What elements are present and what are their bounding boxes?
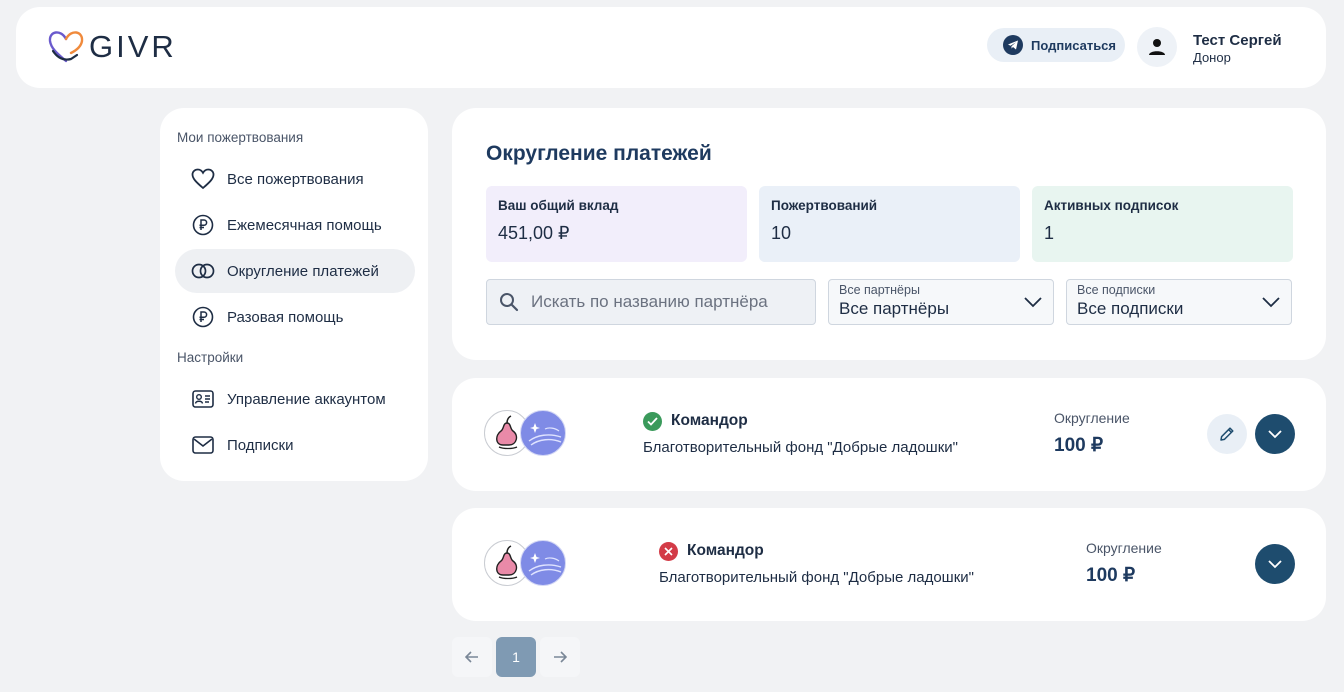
sidebar-item-label: Все пожертвования <box>227 170 364 188</box>
sidebar-item-all-donations[interactable]: Все пожертвования <box>175 157 415 201</box>
partner-logos <box>484 540 572 588</box>
sidebar-item-label: Подписки <box>227 436 294 454</box>
sidebar-item-label: Управление аккаунтом <box>227 390 386 408</box>
pagination-prev-button[interactable] <box>452 637 492 677</box>
sidebar-item-label: Ежемесячная помощь <box>227 216 382 234</box>
chevron-down-icon <box>1268 560 1282 569</box>
chevron-down-icon <box>1262 297 1280 308</box>
rings-icon <box>191 259 215 283</box>
rounding-summary-card: Округление платежей Ваш общий вклад 451,… <box>452 108 1326 360</box>
stat-label: Активных подписок <box>1044 198 1179 213</box>
pencil-icon <box>1220 427 1234 441</box>
stat-value: 1 <box>1044 223 1055 243</box>
user-avatar[interactable] <box>1137 27 1177 67</box>
ruble-circle-icon <box>191 213 215 237</box>
sidebar-item-one-time-help[interactable]: Разовая помощь <box>175 295 415 339</box>
subscribe-label: Подписаться <box>1031 37 1117 53</box>
partner-search[interactable] <box>486 279 816 325</box>
expand-button[interactable] <box>1255 414 1295 454</box>
givr-logo[interactable]: GIVR <box>47 27 177 67</box>
sidebar-item-label: Разовая помощь <box>227 308 344 326</box>
telegram-icon <box>1003 35 1023 55</box>
chevron-down-icon <box>1024 297 1042 308</box>
person-icon <box>1149 39 1165 55</box>
sidebar: Мои пожертвования Все пожертвования Ежем… <box>160 108 428 481</box>
inactive-status-icon <box>659 542 678 561</box>
pagination-next-button[interactable] <box>540 637 580 677</box>
section-title-donations: Мои пожертвования <box>177 130 304 145</box>
search-icon <box>500 293 519 312</box>
hands-logo-icon <box>520 540 566 586</box>
arrow-right-icon <box>554 651 567 663</box>
user-name: Тест Сергей <box>1193 32 1282 49</box>
sidebar-item-monthly-help[interactable]: Ежемесячная помощь <box>175 203 415 247</box>
heart-hand-logo-icon <box>48 31 84 63</box>
select-value: Все партнёры <box>839 299 950 318</box>
sidebar-item-payment-rounding[interactable]: Округление платежей <box>175 249 415 293</box>
sidebar-item-label: Округление платежей <box>227 262 379 280</box>
select-value: Все подписки <box>1077 299 1184 318</box>
ruble-circle-icon <box>191 305 215 329</box>
stat-total-contribution: Ваш общий вклад 451,00 ₽ <box>486 186 747 262</box>
pagination-page-button[interactable]: 1 <box>496 637 536 677</box>
top-header: GIVR Подписаться Тест Сергей Донор <box>16 7 1326 88</box>
sidebar-item-account-management[interactable]: Управление аккаунтом <box>175 377 415 421</box>
amount-value: 100 ₽ <box>1054 435 1104 456</box>
stat-active-subscriptions: Активных подписок 1 <box>1032 186 1293 262</box>
id-card-icon <box>191 387 215 411</box>
subscription-card: Командор Благотворительный фонд "Добрые … <box>452 508 1326 621</box>
user-role: Донор <box>1193 50 1231 65</box>
stat-value: 10 <box>771 223 792 243</box>
subscription-name: Командор <box>671 412 748 429</box>
stat-label: Пожертвований <box>771 198 878 213</box>
envelope-icon <box>191 433 215 457</box>
select-label: Все подписки <box>1077 283 1156 297</box>
amount-label: Округление <box>1054 410 1130 426</box>
active-status-icon <box>643 412 662 431</box>
stat-label: Ваш общий вклад <box>498 198 619 213</box>
stat-donations-count: Пожертвований 10 <box>759 186 1020 262</box>
amount-value: 100 ₽ <box>1086 565 1136 586</box>
logo-text: GIVR <box>89 29 177 64</box>
subscription-card: Командор Благотворительный фонд "Добрые … <box>452 378 1326 491</box>
fund-name: Благотворительный фонд "Добрые ладошки" <box>643 439 958 456</box>
partner-logos <box>484 410 572 458</box>
expand-button[interactable] <box>1255 544 1295 584</box>
hands-logo-icon <box>520 410 566 456</box>
search-input[interactable] <box>529 291 813 313</box>
sidebar-item-subscriptions[interactable]: Подписки <box>175 423 415 467</box>
edit-button[interactable] <box>1207 414 1247 454</box>
subscription-filter-select[interactable]: Все подписки Все подписки <box>1066 279 1292 325</box>
stat-value: 451,00 ₽ <box>498 223 570 243</box>
partner-filter-select[interactable]: Все партнёры Все партнёры <box>828 279 1054 325</box>
section-title-settings: Настройки <box>177 350 244 365</box>
page-title: Округление платежей <box>486 142 712 165</box>
subscribe-button[interactable]: Подписаться <box>987 28 1125 62</box>
fund-name: Благотворительный фонд "Добрые ладошки" <box>659 569 974 586</box>
heart-icon <box>191 167 215 191</box>
amount-label: Округление <box>1086 540 1162 556</box>
arrow-left-icon <box>465 651 478 663</box>
subscription-name: Командор <box>687 542 764 559</box>
select-label: Все партнёры <box>839 283 920 297</box>
chevron-down-icon <box>1268 430 1282 439</box>
